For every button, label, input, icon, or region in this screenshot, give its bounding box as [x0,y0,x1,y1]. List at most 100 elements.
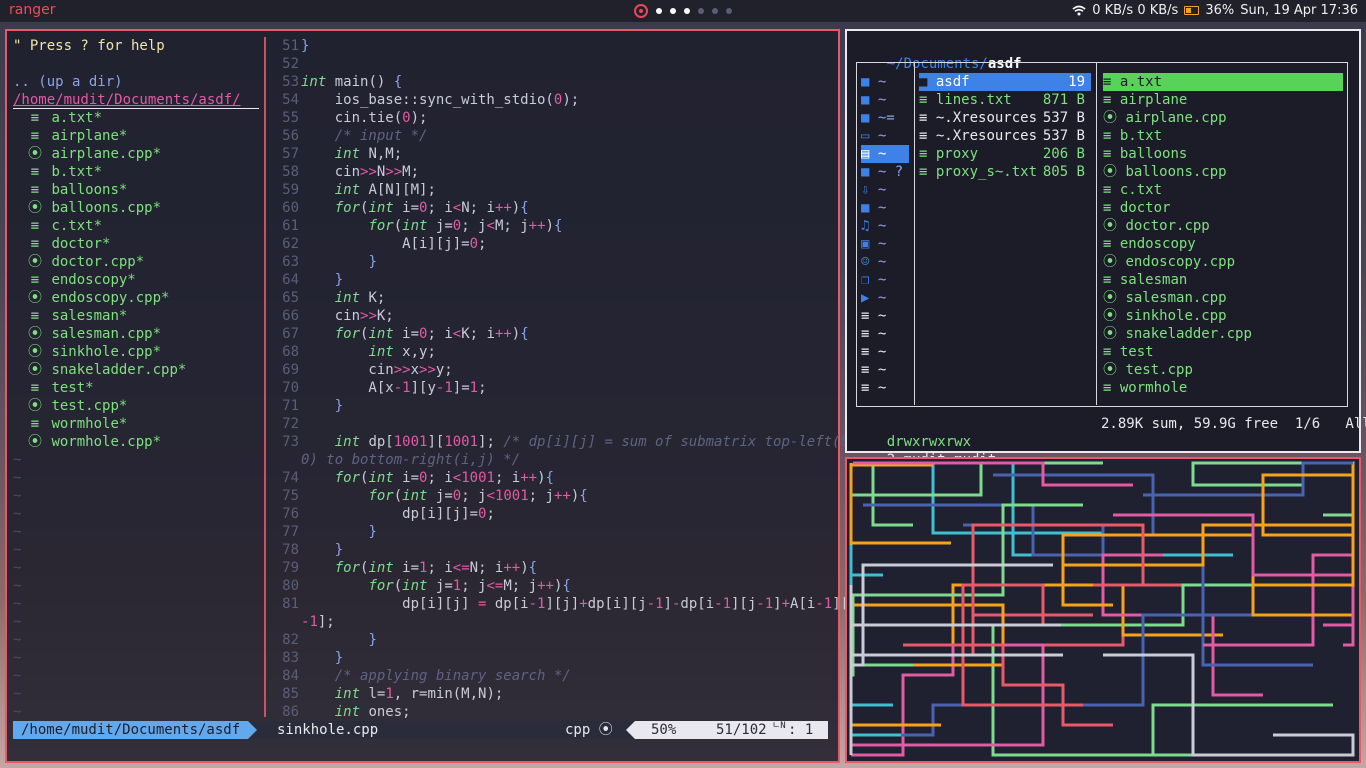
code-line[interactable]: } [301,253,376,271]
preview-entry[interactable]: ≡ doctor [1103,199,1343,217]
code-line[interactable]: } [301,631,376,649]
code-line[interactable]: /* input */ [301,127,428,145]
code-line[interactable]: for(int i=0; i<N; i++){ [301,199,529,217]
code-line[interactable]: cin>>N>>M; [301,163,419,181]
bookmark-item[interactable]: ☺ ~ [861,253,909,271]
bookmark-item[interactable]: ▶ ~ [861,289,909,307]
preview-entry[interactable]: ≡ wormhole [1103,379,1343,397]
preview-entry[interactable]: ⦿ doctor.cpp [1103,217,1343,235]
bookmark-item[interactable]: ≡ ~ [861,379,909,397]
file-list-item[interactable]: ≡ airplane* [27,127,128,145]
preview-entry[interactable]: ≡ test [1103,343,1343,361]
directory-entry[interactable]: ≡ ~.Xresources 537 B [919,109,1091,127]
preview-entry[interactable]: ⦿ sinkhole.cpp [1103,307,1343,325]
directory-entry[interactable]: ≡ ~.Xresources 537 B [919,127,1091,145]
code-line[interactable]: } [301,271,343,289]
file-list-item[interactable]: ⦿ test.cpp* [27,397,127,415]
bookmark-item[interactable]: ■ ~ [861,199,909,217]
code-line[interactable]: dp[i][j]=0; [301,505,495,523]
workspace-indicator[interactable] [634,3,732,19]
ranger-pane[interactable]: ~/Documents/asdf ■ ~ ■ ~ ■ ~= ▭ ~ ▤ ~ ■ ~ ? ⇩ … [845,29,1366,468]
bookmark-item[interactable]: ≡ ~ [861,325,909,343]
file-list-item[interactable]: ≡ test* [27,379,94,397]
file-list-item[interactable]: ⦿ airplane.cpp* [27,145,161,163]
preview-entry[interactable]: ⦿ salesman.cpp [1103,289,1343,307]
file-list-item[interactable]: ≡ salesman* [27,307,128,325]
file-list-item[interactable]: ⦿ salesman.cpp* [27,325,161,343]
file-list-item[interactable]: ≡ endoscopy* [27,271,136,289]
code-line[interactable]: } [301,37,309,55]
workspace-dot[interactable] [684,8,690,14]
code-line[interactable]: A[x-1][y-1]=1; [301,379,486,397]
workspace-dot[interactable] [656,8,662,14]
bookmark-item[interactable]: ≡ ~ [861,307,909,325]
preview-entry[interactable]: ≡ balloons [1103,145,1343,163]
code-line[interactable]: 0) to bottom-right(i,j) */ [301,451,520,469]
code-line[interactable]: cin.tie(0); [301,109,428,127]
file-list-item[interactable]: ≡ b.txt* [27,163,102,181]
workspace-dot[interactable] [634,4,648,18]
code-line[interactable]: for(int i=0; i<1001; i++){ [301,469,554,487]
code-line[interactable]: int l=1, r=min(M,N); [301,685,504,703]
file-list-item[interactable]: ⦿ sinkhole.cpp* [27,343,161,361]
code-line[interactable]: for(int i=1; i<=N; i++){ [301,559,537,577]
file-list-item[interactable]: ≡ c.txt* [27,217,102,235]
bookmark-item[interactable]: ≡ ~ [861,361,909,379]
file-list-item[interactable]: ⦿ doctor.cpp* [27,253,144,271]
file-list-item[interactable]: ≡ wormhole* [27,415,128,433]
bookmark-item[interactable]: ■ ~ ? [861,163,909,181]
code-line[interactable]: cin>>x>>y; [301,361,452,379]
directory-entry[interactable]: ≡ proxy_s~.txt 805 B [919,163,1091,181]
code-line[interactable]: int dp[1001][1001]; /* dp[i][j] = sum of… [301,433,858,451]
code-line[interactable]: for(int j=0; j<M; j++){ [301,217,562,235]
bookmark-item[interactable]: ■ ~ [861,91,909,109]
code-line[interactable]: int N,M; [301,145,402,163]
bookmark-item[interactable]: ⇩ ~ [861,181,909,199]
split-divider[interactable] [264,37,266,717]
file-list-item[interactable]: ≡ a.txt* [27,109,102,127]
file-list-item[interactable]: ≡ balloons* [27,181,128,199]
preview-entry[interactable]: ≡ b.txt [1103,127,1343,145]
bookmark-item[interactable]: ♫ ~ [861,217,909,235]
code-line[interactable]: for(int j=1; j<=M; j++){ [301,577,570,595]
code-line[interactable]: int A[N][M]; [301,181,436,199]
code-line[interactable]: int ones; [301,703,411,721]
preview-entry[interactable]: ⦿ balloons.cpp [1103,163,1343,181]
code-line[interactable]: int K; [301,289,386,307]
preview-entry[interactable]: ⦿ test.cpp [1103,361,1343,379]
code-line[interactable]: int x,y; [301,343,435,361]
code-line[interactable]: for(int i=0; i<K; i++){ [301,325,529,343]
workspace-dot[interactable] [698,8,704,14]
file-list-item[interactable]: ⦿ snakeladder.cpp* [27,361,186,379]
code-line[interactable]: /* applying binary search */ [301,667,571,685]
file-list-item[interactable]: ≡ doctor* [27,235,111,253]
preview-entry[interactable]: ⦿ snakeladder.cpp [1103,325,1343,343]
directory-entry[interactable]: ≡ lines.txt 871 B [919,91,1091,109]
code-line[interactable]: int main() { [301,73,402,91]
preview-entry[interactable]: ⦿ endoscopy.cpp [1103,253,1343,271]
bookmark-item[interactable]: ▤ ~ [861,145,909,163]
bookmark-item[interactable]: ≡ ~ [861,343,909,361]
code-line[interactable]: ios_base::sync_with_stdio(0); [301,91,579,109]
bookmark-item[interactable]: ▣ ~ [861,235,909,253]
preview-entry[interactable]: ≡ endoscopy [1103,235,1343,253]
code-line[interactable]: -1]; [301,613,335,631]
bookmark-item[interactable]: ■ ~ [861,73,909,91]
file-list-item[interactable]: ⦿ wormhole.cpp* [27,433,161,451]
bookmark-item[interactable]: ❐ ~ [861,271,909,289]
preview-entry[interactable]: ≡ a.txt [1103,73,1343,91]
preview-entry[interactable]: ⦿ airplane.cpp [1103,109,1343,127]
code-line[interactable]: } [301,397,343,415]
up-dir-link[interactable]: .. (up a dir) [13,73,123,91]
workspace-dot[interactable] [712,8,718,14]
code-line[interactable]: } [301,649,343,667]
preview-entry[interactable]: ≡ salesman [1103,271,1343,289]
code-line[interactable]: } [301,523,376,541]
code-line[interactable]: A[i][j]=0; [301,235,486,253]
code-line[interactable]: dp[i][j] = dp[i-1][j]+dp[i][j-1]-dp[i-1]… [301,595,857,613]
code-line[interactable]: cin>>K; [301,307,394,325]
pipes-terminal[interactable] [845,457,1361,763]
directory-entry[interactable]: ≡ proxy 206 B [919,145,1091,163]
bookmark-item[interactable]: ■ ~= [861,109,909,127]
bookmark-item[interactable]: ▭ ~ [861,127,909,145]
